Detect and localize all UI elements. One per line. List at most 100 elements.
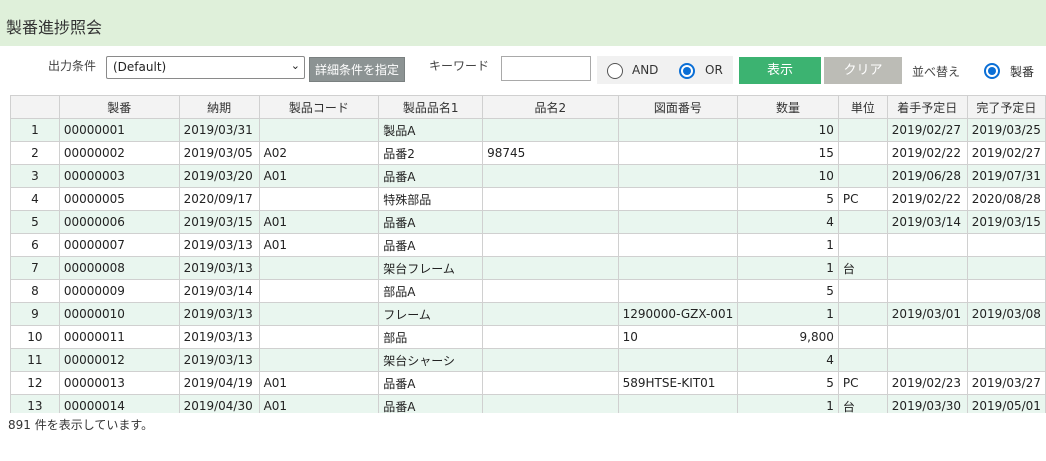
- table-cell: 品番A: [378, 394, 484, 413]
- table-cell: [837, 279, 888, 303]
- table-cell: 2019/03/13: [178, 256, 260, 280]
- table-row[interactable]: 7 00000008 2019/03/13 架台フレーム 1 台: [10, 256, 1046, 280]
- table-cell: [482, 279, 619, 303]
- table-cell: 00000009: [58, 279, 180, 303]
- table-cell: 4: [737, 210, 839, 234]
- table-cell: 00000001: [58, 118, 180, 142]
- table-row[interactable]: 9 00000010 2019/03/13 フレーム 1290000-GZX-001 1 2…: [10, 302, 1046, 326]
- table-cell: [886, 256, 968, 280]
- table-cell: 00000008: [58, 256, 180, 280]
- table-cell: 2019/03/15: [178, 210, 260, 234]
- table-cell: 2019/02/22: [886, 141, 968, 165]
- table-cell: 1: [737, 302, 839, 326]
- table-cell: 2020/09/17: [178, 187, 260, 211]
- table-row[interactable]: 4 00000005 2020/09/17 特殊部品 5 PC 2019/02/22 2020…: [10, 187, 1046, 211]
- table-row[interactable]: 3 00000003 2019/03/20 A01 品番A 10 2019/06/28 201…: [10, 164, 1046, 188]
- column-header[interactable]: 完了予定日: [966, 95, 1046, 119]
- table-row[interactable]: 11 00000012 2019/03/13 架台シャーシ 4: [10, 348, 1046, 372]
- table-cell: 製品A: [378, 118, 484, 142]
- column-header[interactable]: 数量: [737, 95, 839, 119]
- table-row[interactable]: 6 00000007 2019/03/13 A01 品番A 1: [10, 233, 1046, 257]
- table-row[interactable]: 8 00000009 2019/03/14 部品A 5: [10, 279, 1046, 303]
- column-header[interactable]: 納期: [178, 95, 260, 119]
- table-cell: 00000011: [58, 325, 180, 349]
- table-row[interactable]: 13 00000014 2019/04/30 A01 品番A 1 台 2019/03/30 20…: [10, 394, 1046, 413]
- table-cell: 2019/02/23: [886, 371, 968, 395]
- table-cell: [966, 279, 1046, 303]
- table-cell: [617, 233, 739, 257]
- table-cell: [482, 210, 619, 234]
- table-cell: 5: [737, 279, 839, 303]
- table-cell: A01: [258, 233, 380, 257]
- table-cell: PC: [837, 371, 888, 395]
- table-cell: [966, 233, 1046, 257]
- table-cell: 2020/08/28: [966, 187, 1046, 211]
- table-cell: 00000012: [58, 348, 180, 372]
- column-header[interactable]: 品名2: [482, 95, 619, 119]
- table-cell: 2019/03/13: [178, 325, 260, 349]
- table-cell: 1: [737, 394, 839, 413]
- table-row[interactable]: 5 00000006 2019/03/15 A01 品番A 4 2019/03/14 2019…: [10, 210, 1046, 234]
- table-header-row: 製番 納期 製品コード 製品品名1 品名2 図面番号 数量 単位 着手予定日 完了予定日: [10, 95, 1046, 119]
- table-cell: 8: [10, 279, 60, 303]
- table-cell: [966, 325, 1046, 349]
- table-cell: 10: [737, 118, 839, 142]
- table-cell: 2019/03/14: [178, 279, 260, 303]
- column-header[interactable]: 着手予定日: [886, 95, 968, 119]
- table-cell: A02: [258, 141, 380, 165]
- column-header[interactable]: [10, 95, 60, 119]
- table-cell: 9,800: [737, 325, 839, 349]
- table-cell: [482, 233, 619, 257]
- table-viewport: 製番 納期 製品コード 製品品名1 品名2 図面番号 数量 単位 着手予定日 完了予定日 1 000…: [0, 0, 1046, 413]
- table-cell: 2019/07/31: [966, 164, 1046, 188]
- table-cell: 部品A: [378, 279, 484, 303]
- table-cell: 5: [10, 210, 60, 234]
- table-row[interactable]: 1 00000001 2019/03/31 製品A 10 2019/02/27 2019/0…: [10, 118, 1046, 142]
- table-cell: 5: [737, 187, 839, 211]
- table-cell: 1: [737, 256, 839, 280]
- column-header[interactable]: 製品品名1: [378, 95, 484, 119]
- table-cell: [886, 233, 968, 257]
- table-cell: 13: [10, 394, 60, 413]
- record-count-status: 891 件を表示しています。: [8, 418, 154, 432]
- table-cell: 品番A: [378, 233, 484, 257]
- table-cell: 00000002: [58, 141, 180, 165]
- column-header[interactable]: 単位: [837, 95, 888, 119]
- table-cell: [258, 187, 380, 211]
- table-row[interactable]: 10 00000011 2019/03/13 部品 10 9,800: [10, 325, 1046, 349]
- table-cell: 特殊部品: [378, 187, 484, 211]
- table-cell: 2019/02/27: [886, 118, 968, 142]
- table-cell: [482, 348, 619, 372]
- table-cell: [837, 233, 888, 257]
- table-cell: [482, 118, 619, 142]
- table-cell: 2019/03/20: [178, 164, 260, 188]
- column-header[interactable]: 図面番号: [617, 95, 739, 119]
- table-cell: [837, 325, 888, 349]
- table-cell: 6: [10, 233, 60, 257]
- table-cell: [886, 325, 968, 349]
- table-cell: [617, 256, 739, 280]
- table-cell: 00000005: [58, 187, 180, 211]
- table-cell: 2019/02/22: [886, 187, 968, 211]
- table-cell: 2: [10, 141, 60, 165]
- table-cell: 台: [837, 394, 888, 413]
- table-cell: 品番A: [378, 210, 484, 234]
- table-row[interactable]: 2 00000002 2019/03/05 A02 品番2 98745 15 2019/02/…: [10, 141, 1046, 165]
- table-cell: [617, 187, 739, 211]
- table-row[interactable]: 12 00000013 2019/04/19 A01 品番A 589HTSE-KIT01 5…: [10, 371, 1046, 395]
- table-cell: 15: [737, 141, 839, 165]
- table-cell: [617, 118, 739, 142]
- table-cell: 台: [837, 256, 888, 280]
- table-cell: [482, 394, 619, 413]
- table-cell: 589HTSE-KIT01: [617, 371, 739, 395]
- table-cell: 品番2: [378, 141, 484, 165]
- table-cell: 2019/03/05: [178, 141, 260, 165]
- table-cell: [617, 348, 739, 372]
- table-cell: [482, 325, 619, 349]
- column-header[interactable]: 製番: [58, 95, 180, 119]
- table-cell: [617, 164, 739, 188]
- table-cell: 2019/03/27: [966, 371, 1046, 395]
- column-header[interactable]: 製品コード: [258, 95, 380, 119]
- table-cell: 10: [737, 164, 839, 188]
- table-cell: [617, 141, 739, 165]
